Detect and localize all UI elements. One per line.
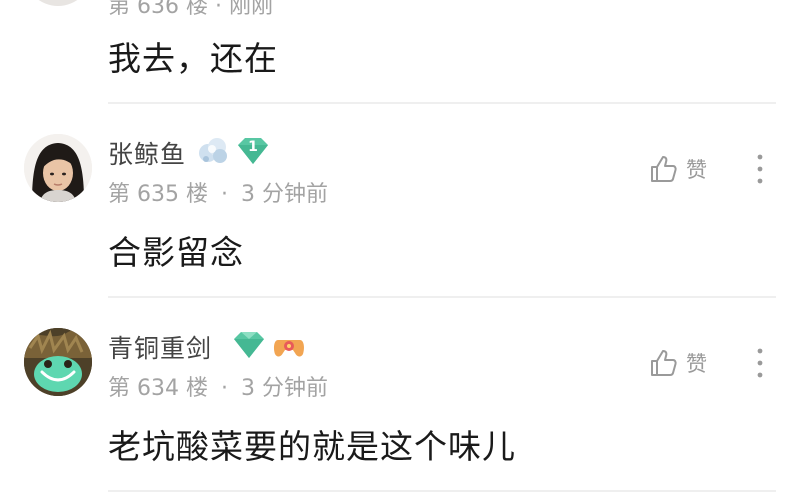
like-button[interactable]: 赞 — [648, 154, 707, 184]
divider — [108, 102, 776, 104]
floor-number: 第 634 楼 — [108, 376, 208, 401]
floor-number: 第 635 楼 — [108, 182, 208, 207]
bubble-badge-icon — [199, 138, 227, 163]
avatar-photo — [24, 328, 92, 396]
avatar[interactable] — [24, 134, 92, 202]
user-badges: 1 — [196, 135, 270, 167]
thumbs-up-icon — [651, 156, 677, 182]
comment-text: 合影留念 — [108, 233, 244, 272]
comment-thread: 第 636 楼 · 刚刚 我去，还在 张鲸鱼 1 第 635 楼 · 3 分钟前… — [0, 0, 800, 500]
thumbs-up-icon — [651, 350, 677, 376]
meta-separator: · — [220, 182, 228, 207]
like-label: 赞 — [686, 352, 707, 376]
level-number: 1 — [248, 139, 258, 155]
avatar[interactable] — [24, 0, 92, 6]
floor-meta: 第 634 楼 · 3 分钟前 — [108, 370, 328, 402]
more-icon — [757, 348, 763, 378]
gamepad-badge-icon — [274, 340, 304, 357]
like-label: 赞 — [686, 158, 707, 182]
timestamp: 3 分钟前 — [240, 182, 328, 207]
diamond-level-icon: 1 — [236, 136, 270, 166]
divider — [108, 490, 776, 492]
username[interactable]: 张鲸鱼 — [108, 135, 186, 171]
timestamp: 3 分钟前 — [240, 376, 328, 401]
comment-text: 我去，还在 — [108, 39, 278, 78]
diamond-icon — [234, 332, 264, 358]
like-button[interactable]: 赞 — [648, 348, 707, 378]
divider — [108, 296, 776, 298]
avatar-photo — [24, 134, 92, 202]
avatar[interactable] — [24, 328, 92, 396]
more-icon — [757, 154, 763, 184]
user-badges — [232, 330, 306, 360]
floor-meta: 第 636 楼 · 刚刚 — [108, 0, 273, 19]
comment-text: 老坑酸菜要的就是这个味儿 — [108, 427, 516, 466]
floor-meta: 第 635 楼 · 3 分钟前 — [108, 176, 328, 208]
more-button[interactable] — [752, 345, 768, 381]
username[interactable]: 青铜重剑 — [108, 329, 212, 365]
meta-separator: · — [220, 376, 228, 401]
more-button[interactable] — [752, 151, 768, 187]
